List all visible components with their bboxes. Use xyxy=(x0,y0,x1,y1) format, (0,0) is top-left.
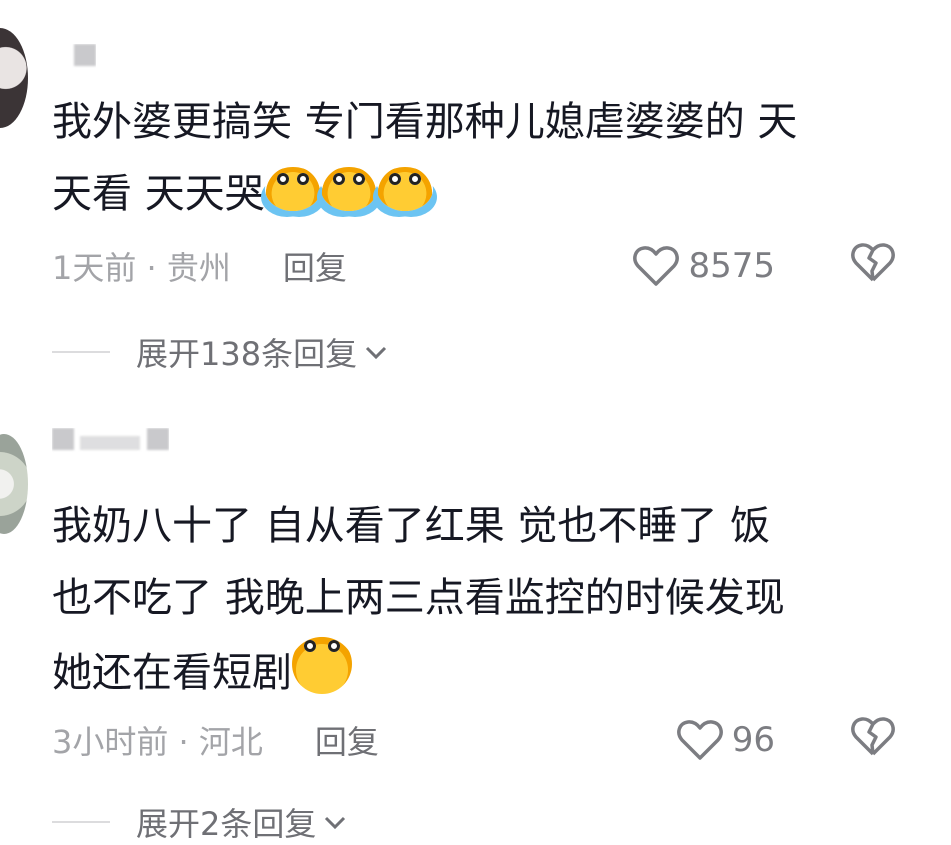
comment-text-segment: 天看 天天哭 xyxy=(52,171,265,217)
comment-text-line: 天看 天天哭 xyxy=(52,158,912,230)
crying-emoji-icon xyxy=(320,167,377,211)
comment-text-line: 她还在看短剧 xyxy=(52,634,912,709)
broken-heart-icon xyxy=(851,243,895,282)
comment-text-line: 也不吃了 我晚上两三点看监控的时候发现 xyxy=(52,575,785,621)
expand-replies-label: 展开138条回复 xyxy=(136,335,358,373)
chevron-down-icon xyxy=(325,816,346,830)
avatar[interactable] xyxy=(0,434,28,534)
comment-text: 我奶八十了 自从看了红果 觉也不睡了 饭 也不吃了 我晚上两三点看监控的时候发现… xyxy=(52,490,912,709)
crying-emoji-icon xyxy=(376,167,433,211)
comment-meta: 3小时前 · 河北 回复 96 xyxy=(52,717,951,763)
like-button[interactable]: 8575 xyxy=(632,244,775,288)
dislike-button[interactable] xyxy=(851,714,895,766)
expand-replies-label: 展开2条回复 xyxy=(136,805,317,843)
expand-replies-button[interactable]: 展开2条回复 xyxy=(52,800,348,844)
expand-replies-button[interactable]: 展开138条回复 xyxy=(52,330,389,374)
username-redacted[interactable] xyxy=(52,428,169,458)
like-count: 8575 xyxy=(688,246,775,286)
divider-line xyxy=(52,351,110,353)
comment-meta: 1天前 · 贵州 回复 8575 xyxy=(52,243,951,289)
heart-icon xyxy=(676,720,723,760)
avatar[interactable] xyxy=(0,28,28,128)
reply-button[interactable]: 回复 xyxy=(283,243,347,289)
heart-icon xyxy=(633,246,680,286)
time-location: 3小时前 · 河北 xyxy=(52,723,263,761)
like-button[interactable]: 96 xyxy=(676,718,775,762)
divider-line xyxy=(52,821,110,823)
smile-emoji-icon xyxy=(292,634,352,694)
username-redacted[interactable] xyxy=(52,44,96,74)
comment-text-line: 我奶八十了 自从看了红果 觉也不睡了 饭 xyxy=(52,503,771,549)
time-location: 1天前 · 贵州 xyxy=(52,249,231,287)
crying-emoji-icon xyxy=(264,167,321,211)
comment-text-segment: 她还在看短剧 xyxy=(52,650,292,696)
comment-text: 我外婆更搞笑 专门看那种儿媳虐婆婆的 天 天看 天天哭 xyxy=(52,86,912,230)
broken-heart-icon xyxy=(851,717,895,756)
dislike-button[interactable] xyxy=(851,240,895,292)
reply-button[interactable]: 回复 xyxy=(315,717,379,763)
comment-text-line: 我外婆更搞笑 专门看那种儿媳虐婆婆的 天 xyxy=(52,99,798,145)
like-count: 96 xyxy=(731,720,775,760)
chevron-down-icon xyxy=(366,346,387,360)
